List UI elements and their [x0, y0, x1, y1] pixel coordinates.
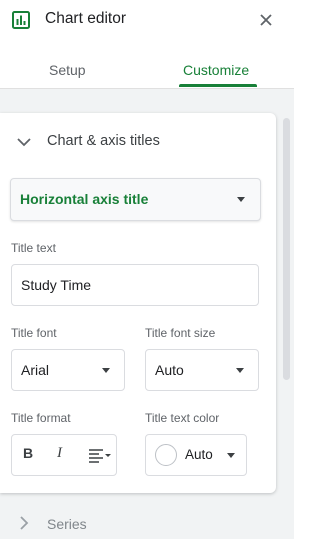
- title-font-size-dropdown[interactable]: Auto: [145, 349, 259, 391]
- series-section-header[interactable]: Series: [0, 505, 276, 539]
- title-text-label: Title text: [11, 241, 56, 255]
- title-text-color-value: Auto: [185, 447, 213, 462]
- section-title: Chart & axis titles: [47, 133, 160, 149]
- title-text-input[interactable]: Study Time: [11, 264, 259, 306]
- section-header[interactable]: Chart & axis titles: [0, 113, 276, 169]
- title-font-dropdown[interactable]: Arial: [11, 349, 125, 391]
- title-text-color-label: Title text color: [145, 411, 220, 425]
- panel-title: Chart editor: [45, 10, 126, 27]
- title-format-group: B I: [11, 434, 117, 476]
- chevron-down-icon: [102, 368, 110, 373]
- title-text-value: Study Time: [21, 277, 92, 293]
- title-text-color-picker[interactable]: Auto: [145, 434, 247, 476]
- scrollbar[interactable]: [283, 118, 290, 380]
- tab-bar: Setup Customize: [0, 48, 294, 89]
- series-title: Series: [47, 516, 87, 532]
- tab-customize[interactable]: Customize: [183, 62, 249, 78]
- chart-icon: [12, 11, 30, 29]
- title-format-label: Title format: [11, 411, 71, 425]
- chevron-right-icon: [20, 516, 29, 530]
- italic-button[interactable]: I: [57, 445, 62, 462]
- chevron-down-icon: [17, 138, 31, 147]
- title-type-dropdown[interactable]: Horizontal axis title: [10, 178, 261, 221]
- chart-axis-titles-section: Chart & axis titles Horizontal axis titl…: [0, 113, 276, 493]
- title-font-size-value: Auto: [155, 362, 184, 378]
- tab-setup[interactable]: Setup: [49, 62, 86, 78]
- title-font-size-label: Title font size: [145, 326, 216, 340]
- align-icon[interactable]: [88, 448, 112, 464]
- close-icon[interactable]: [258, 12, 274, 28]
- title-font-value: Arial: [21, 362, 50, 378]
- bold-button[interactable]: B: [23, 445, 33, 461]
- dropdown-value: Horizontal axis title: [20, 191, 149, 207]
- chevron-down-icon: [227, 453, 235, 458]
- color-swatch: [155, 444, 177, 466]
- chart-editor-header: Chart editor: [0, 0, 294, 40]
- chevron-down-icon: [236, 368, 244, 373]
- chevron-down-icon: [237, 197, 245, 202]
- active-tab-indicator: [179, 84, 257, 87]
- title-font-label: Title font: [11, 326, 57, 340]
